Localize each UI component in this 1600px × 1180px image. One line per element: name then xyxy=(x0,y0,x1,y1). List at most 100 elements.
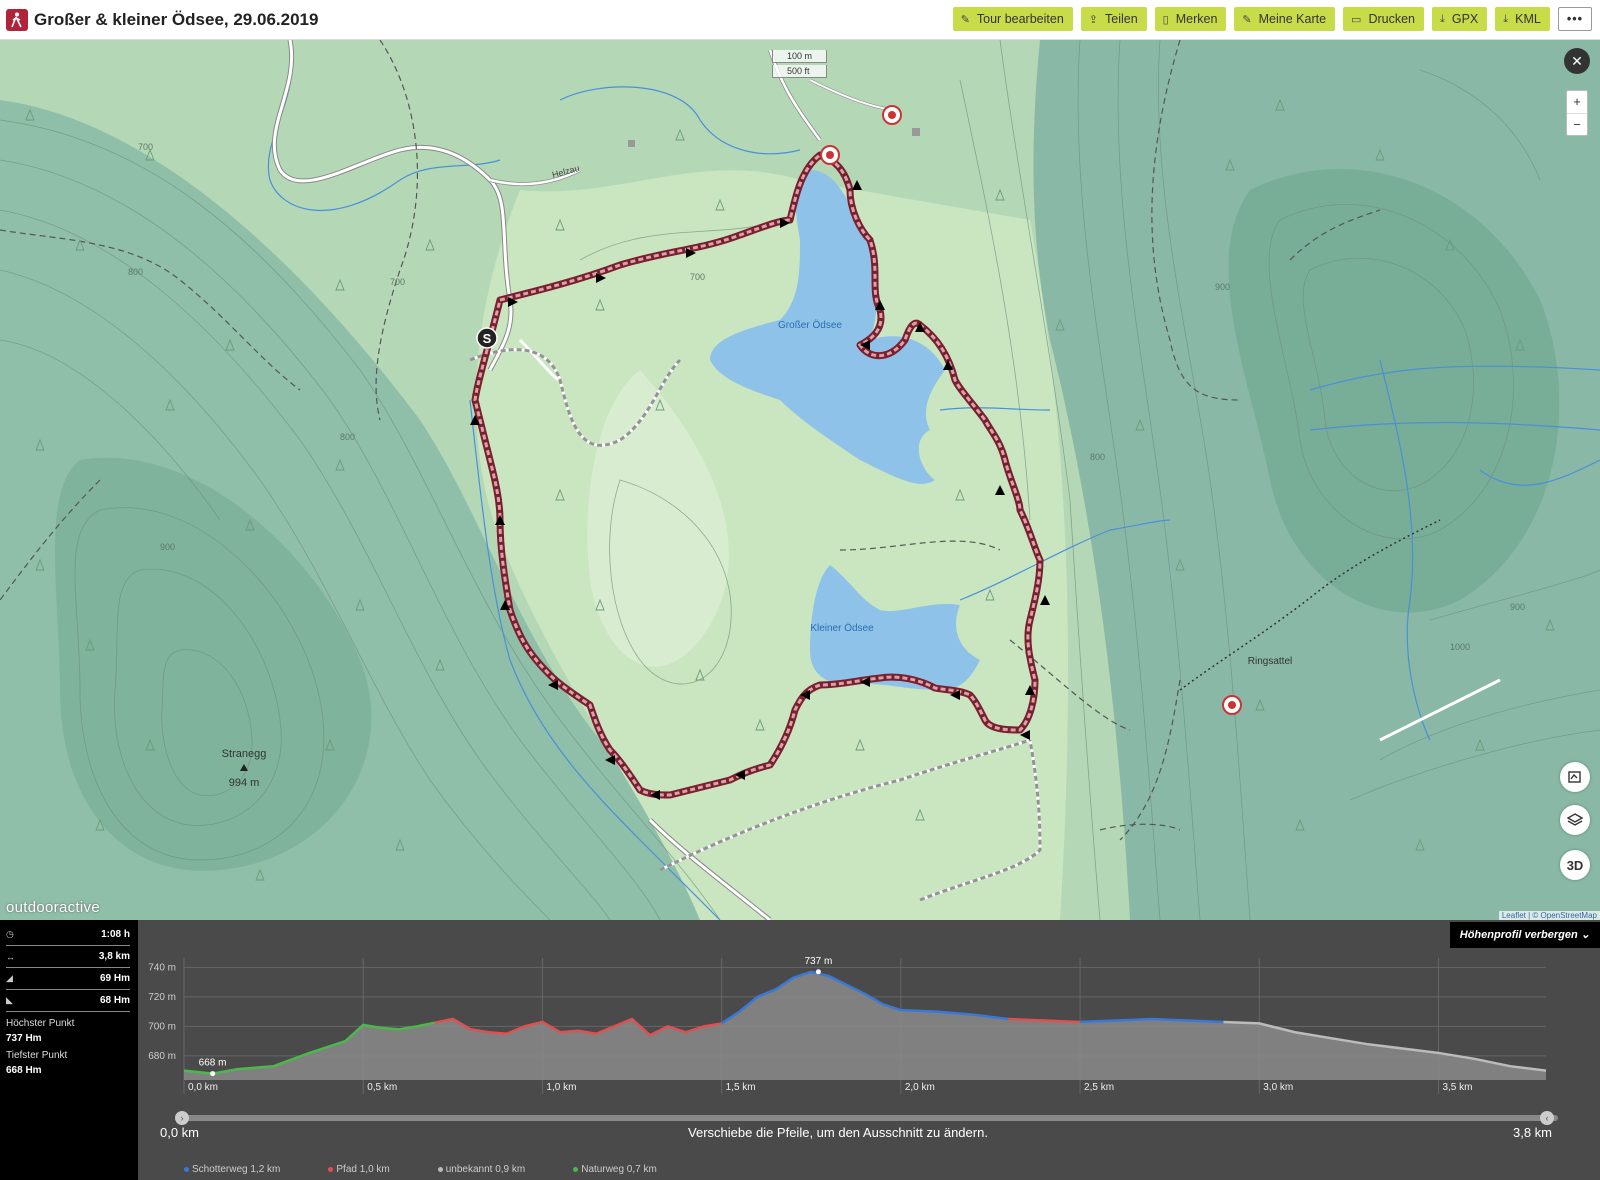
contour-label: 800 xyxy=(340,432,355,442)
contour-label: 900 xyxy=(1215,282,1230,292)
peak-name: Stranegg xyxy=(222,748,267,760)
stat-ascent: ◢ 69 Hm xyxy=(6,968,130,990)
edit-icon: ✎ xyxy=(960,13,970,26)
legend-swatch xyxy=(573,1166,579,1172)
range-slider-track[interactable] xyxy=(178,1115,1558,1121)
zoom-out-button[interactable]: − xyxy=(1567,113,1587,135)
download-icon: ⤓ xyxy=(1440,12,1445,25)
clock-icon: ◷ xyxy=(6,929,14,939)
download-icon: ⤓ xyxy=(1503,12,1509,25)
hiking-icon xyxy=(6,8,28,31)
legend-swatch xyxy=(328,1166,334,1172)
y-tick-label: 700 m xyxy=(148,1021,176,1032)
map-attribution[interactable]: Leaflet | © OpenStreetMap xyxy=(1498,911,1600,920)
lake-label-small: Kleiner Ödsee xyxy=(810,622,874,634)
start-marker[interactable]: S xyxy=(476,327,498,349)
my-map-button[interactable]: ✎ Meine Karte xyxy=(1234,7,1336,31)
route-planner-button[interactable] xyxy=(1560,762,1590,792)
print-button[interactable]: ▭ Drucken xyxy=(1343,7,1424,31)
y-tick-label: 740 m xyxy=(148,962,176,973)
x-tick-label: 1,0 km xyxy=(546,1082,576,1093)
x-tick-label: 1,5 km xyxy=(726,1082,756,1093)
zoom-in-button[interactable]: + xyxy=(1567,91,1587,113)
legend-label: Naturweg 0,7 km xyxy=(581,1164,657,1175)
distance-icon: ↔ xyxy=(6,951,15,962)
legend-label: Schotterweg 1,2 km xyxy=(192,1164,281,1175)
button-label: GPX xyxy=(1451,12,1479,26)
button-label: Teilen xyxy=(1105,12,1138,26)
tour-stats: ◷ 1:08 h ↔ 3,8 km ◢ 69 Hm ◣ 68 Hm Höchster P… xyxy=(0,920,138,1180)
y-tick-label: 720 m xyxy=(148,992,176,1003)
contour-label: 700 xyxy=(390,277,405,287)
building xyxy=(628,140,635,147)
stat-value: 3,8 km xyxy=(98,951,130,962)
range-handle-right[interactable]: ‹ xyxy=(1540,1111,1554,1125)
3d-button[interactable]: 3D xyxy=(1560,850,1590,880)
stat-value: 68 Hm xyxy=(99,995,130,1006)
app-root: Großer & kleiner Ödsee, 29.06.2019 ✎ Tour… xyxy=(0,0,1600,1180)
map-scale: 100 m 500 ft xyxy=(772,50,828,80)
lowest-point-value: 668 Hm xyxy=(6,1065,42,1076)
button-label: Tour bearbeiten xyxy=(976,12,1064,26)
share-icon: ⇪ xyxy=(1088,13,1098,26)
button-label: Drucken xyxy=(1368,12,1415,26)
annotation-label: 737 m xyxy=(805,956,833,967)
pass-label: Ringsattel xyxy=(1248,656,1292,667)
x-tick-label: 3,5 km xyxy=(1442,1082,1472,1093)
range-hint: Verschiebe die Pfeile, um den Ausschnitt… xyxy=(688,1125,988,1140)
legend-item: Naturweg 0,7 km xyxy=(573,1164,657,1175)
stat-distance: ↔ 3,8 km xyxy=(6,946,130,968)
print-icon: ▭ xyxy=(1351,13,1362,26)
contour-label: 700 xyxy=(690,272,705,282)
legend-item: Schotterweg 1,2 km xyxy=(184,1164,280,1175)
map-canvas[interactable]: 700 800 900 800 700 700 800 900 1000 900 xyxy=(0,40,1600,920)
legend-swatch xyxy=(437,1166,443,1172)
range-handle-left[interactable]: › xyxy=(175,1111,189,1125)
contour-label: 800 xyxy=(128,267,143,277)
stat-value: 1:08 h xyxy=(101,929,130,940)
x-tick-label: 2,0 km xyxy=(905,1082,935,1093)
stat-duration: ◷ 1:08 h xyxy=(6,924,130,946)
scale-metric: 100 m xyxy=(772,50,828,63)
kml-download-button[interactable]: ⤓ KML xyxy=(1495,7,1550,31)
building xyxy=(912,128,920,136)
map-view[interactable]: 700 800 900 800 700 700 800 900 1000 900 xyxy=(0,40,1600,920)
my-map-icon: ✎ xyxy=(1242,13,1252,26)
start-label: S xyxy=(483,331,492,346)
poi-marker[interactable] xyxy=(820,145,840,165)
top-bar: Großer & kleiner Ödsee, 29.06.2019 ✎ Tour… xyxy=(0,0,1600,40)
route-icon xyxy=(1568,771,1581,783)
surface-legend: Schotterweg 1,2 km Pfad 1,0 km unbekannt… xyxy=(184,1164,657,1175)
descent-icon: ◣ xyxy=(6,995,13,1005)
layers-button[interactable] xyxy=(1560,805,1590,835)
close-map-button[interactable]: ✕ xyxy=(1564,48,1590,74)
share-button[interactable]: ⇪ Teilen xyxy=(1080,7,1147,31)
legend-swatch xyxy=(184,1166,189,1172)
annotation-point xyxy=(815,969,821,975)
contour-label: 1000 xyxy=(1450,642,1470,652)
x-tick-label: 2,5 km xyxy=(1084,1082,1114,1093)
elevation-chart[interactable]: 680 m 700 m 720 m 740 m 0,0 km 0,5 km 1,0 km 1,… xyxy=(138,920,1600,1110)
x-tick-label: 0,0 km xyxy=(188,1082,218,1093)
lake-label-big: Großer Ödsee xyxy=(778,319,842,331)
legend-item: unbekannt 0,9 km xyxy=(437,1164,525,1175)
elevation-profile: Höhenprofil verbergen ⌄ 680 m 700 m 720 m7… xyxy=(138,920,1600,1180)
highest-point-value: 737 Hm xyxy=(6,1033,42,1044)
edit-tour-button[interactable]: ✎ Tour bearbeiten xyxy=(952,7,1073,31)
peak-elevation: 994 m xyxy=(229,777,260,789)
poi-marker[interactable] xyxy=(882,105,902,125)
highest-point-label: Höchster Punkt xyxy=(6,1018,75,1029)
zoom-control: + − xyxy=(1566,90,1588,136)
bookmark-button[interactable]: ▯ Merken xyxy=(1154,7,1227,31)
button-label: KML xyxy=(1515,12,1541,26)
x-tick-label: 3,0 km xyxy=(1263,1082,1293,1093)
button-label: Merken xyxy=(1175,12,1218,26)
poi-marker[interactable] xyxy=(1222,695,1242,715)
scale-imperial: 500 ft xyxy=(772,65,828,78)
more-button[interactable]: ••• xyxy=(1557,7,1592,31)
contour-label: 800 xyxy=(1090,452,1105,462)
annotation-point xyxy=(210,1071,216,1077)
lowest-point-label: Tiefster Punkt xyxy=(6,1050,68,1061)
gpx-download-button[interactable]: ⤓ GPX xyxy=(1432,7,1488,31)
bookmark-icon: ▯ xyxy=(1162,13,1169,26)
